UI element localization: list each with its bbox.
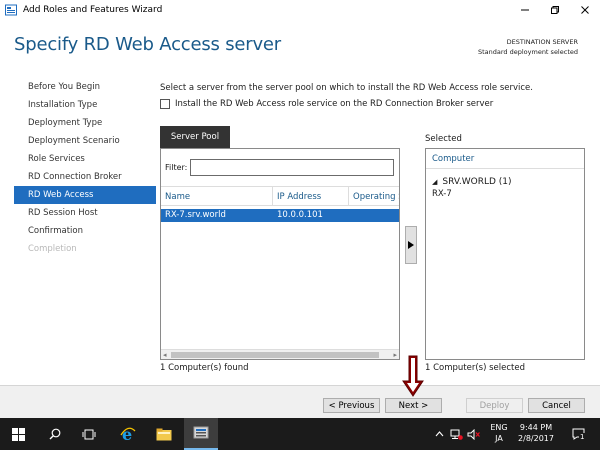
scroll-left-icon[interactable]: ◂ [163, 351, 167, 359]
task-view-button[interactable] [74, 418, 104, 450]
install-on-broker-option[interactable]: Install the RD Web Access role service o… [160, 99, 493, 109]
filter-row: Filter: [165, 159, 395, 176]
input-language[interactable]: ENG JA [487, 422, 511, 444]
play-arrow-icon [408, 241, 414, 249]
nav-item-before-you-begin[interactable]: Before You Begin [14, 78, 156, 96]
restore-icon [551, 6, 559, 14]
nav-item-installation-type[interactable]: Installation Type [14, 96, 156, 114]
selected-label: Selected [425, 134, 462, 144]
server-pool-panel: Filter: Name IP Address Operating S RX-7… [160, 148, 400, 360]
title-bar: Add Roles and Features Wizard [0, 0, 600, 20]
scroll-right-icon[interactable]: ▸ [393, 351, 397, 359]
horizontal-scrollbar[interactable]: ◂ ▸ [161, 349, 399, 359]
nav-item-completion: Completion [28, 244, 77, 254]
action-center-button[interactable]: 1 [566, 418, 590, 450]
filter-input[interactable] [190, 159, 395, 176]
clock[interactable]: 9:44 PM 2/8/2017 [514, 422, 558, 444]
task-view-icon [82, 429, 96, 439]
taskbar: e ENG JA 9:44 PM 2/8/2017 1 [0, 418, 600, 450]
previous-button[interactable]: < Previous [323, 398, 380, 413]
selected-status-text: 1 Computer(s) selected [425, 363, 526, 373]
selected-group-label: SRV.WORLD (1) [442, 177, 512, 187]
wizard-nav: Before You Begin Installation Type Deplo… [14, 78, 156, 258]
nav-item-role-services[interactable]: Role Services [14, 150, 156, 168]
close-icon [581, 6, 589, 14]
volume-button[interactable] [465, 418, 481, 450]
destination-label: DESTINATION SERVER [506, 38, 578, 46]
nav-item-rd-connection-broker[interactable]: RD Connection Broker [14, 168, 156, 186]
nav-item-rd-web-access[interactable]: RD Web Access [14, 186, 156, 204]
destination-value: Standard deployment selected [477, 48, 578, 56]
window-title: Add Roles and Features Wizard [23, 5, 163, 15]
cancel-button[interactable]: Cancel [528, 398, 585, 413]
next-button[interactable]: Next > [385, 398, 442, 413]
restore-button[interactable] [540, 0, 570, 20]
selected-group[interactable]: ◢ SRV.WORLD (1) [432, 177, 512, 187]
collapse-triangle-icon[interactable]: ◢ [432, 178, 437, 186]
scrollbar-thumb[interactable] [171, 352, 379, 358]
server-manager-taskbar-icon [193, 426, 209, 439]
server-manager-task-button[interactable] [184, 418, 218, 450]
server-grid-header: Name IP Address Operating S [161, 186, 399, 206]
instruction-text: Select a server from the server pool on … [160, 83, 533, 93]
show-hidden-icons-button[interactable] [432, 418, 446, 450]
filter-label: Filter: [165, 163, 188, 172]
network-button[interactable] [448, 418, 464, 450]
network-warning-icon [450, 429, 463, 440]
install-on-broker-label: Install the RD Web Access role service o… [175, 99, 494, 109]
server-ip-cell: 10.0.0.101 [277, 210, 323, 220]
destination-server: DESTINATION SERVER Standard deployment s… [478, 37, 578, 57]
selected-server[interactable]: RX-7 [432, 189, 452, 199]
server-manager-icon [5, 4, 17, 16]
column-header-ip-address[interactable]: IP Address [273, 187, 349, 205]
page-title: Specify RD Web Access server [14, 34, 281, 55]
deploy-button: Deploy [466, 398, 523, 413]
windows-logo-icon [11, 427, 25, 441]
annotation-arrow-icon [402, 355, 424, 397]
server-name-cell: RX-7.srv.world [165, 210, 226, 220]
internet-explorer-icon: e [120, 426, 136, 442]
column-header-operating-system[interactable]: Operating S [349, 187, 399, 205]
table-row[interactable]: RX-7.srv.world 10.0.0.101 [161, 209, 399, 222]
nav-item-confirmation[interactable]: Confirmation [14, 222, 156, 240]
install-on-broker-checkbox[interactable] [160, 99, 170, 109]
start-button[interactable] [0, 418, 36, 450]
minimize-button[interactable] [510, 0, 540, 20]
add-server-button[interactable] [405, 226, 417, 264]
notification-count: 1 [579, 433, 586, 441]
tab-server-pool[interactable]: Server Pool [160, 126, 230, 148]
language-secondary: JA [495, 434, 503, 443]
internet-explorer-button[interactable]: e [112, 418, 144, 450]
folder-icon [156, 428, 172, 440]
column-header-name[interactable]: Name [161, 187, 273, 205]
close-button[interactable] [570, 0, 600, 20]
search-button[interactable] [40, 418, 70, 450]
column-header-computer[interactable]: Computer [426, 149, 584, 169]
nav-item-rd-session-host[interactable]: RD Session Host [14, 204, 156, 222]
chevron-up-icon [435, 431, 443, 437]
nav-item-deployment-scenario[interactable]: Deployment Scenario [14, 132, 156, 150]
language-primary: ENG [490, 423, 508, 432]
clock-time: 9:44 PM [519, 423, 553, 432]
minimize-icon [521, 9, 529, 11]
clock-date: 2/8/2017 [518, 434, 554, 443]
wizard-footer: < Previous Next > Deploy Cancel [0, 385, 600, 418]
selected-panel: Computer ◢ SRV.WORLD (1) RX-7 [425, 148, 585, 360]
nav-item-deployment-type[interactable]: Deployment Type [14, 114, 156, 132]
search-icon [49, 428, 61, 440]
speaker-muted-icon [467, 428, 480, 440]
pool-status-text: 1 Computer(s) found [160, 363, 249, 373]
file-explorer-button[interactable] [148, 418, 180, 450]
